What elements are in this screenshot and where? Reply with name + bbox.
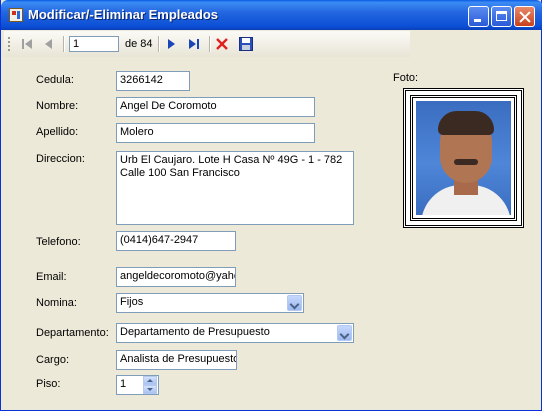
delete-icon[interactable] — [214, 36, 230, 52]
position-input[interactable]: 1 — [69, 36, 119, 52]
toolbar-separator — [63, 36, 65, 52]
photo-mustache — [454, 159, 478, 165]
piso-spinner[interactable]: 1 — [116, 375, 159, 395]
telefono-field[interactable]: (0414)647-2947 — [116, 231, 236, 251]
move-previous-icon[interactable] — [41, 36, 57, 52]
toolbar-separator — [209, 36, 211, 52]
nomina-combo[interactable]: Fijos — [116, 293, 304, 313]
employee-photo — [416, 101, 511, 215]
apellido-label: Apellido: — [36, 126, 79, 138]
employee-photo-frame — [403, 88, 524, 228]
app-icon — [9, 8, 23, 22]
toolbar-grip[interactable] — [8, 37, 10, 51]
move-first-icon[interactable] — [19, 36, 35, 52]
departamento-label: Departamento: — [36, 327, 109, 339]
direccion-field[interactable]: Urb El Caujaro. Lote H Casa Nº 49G - 1 -… — [116, 151, 354, 225]
foto-label: Foto: — [393, 72, 419, 84]
departamento-value: Departamento de Presupuesto — [120, 326, 270, 338]
move-next-icon[interactable] — [163, 36, 179, 52]
minimize-button[interactable] — [468, 6, 489, 27]
window-title: Modificar/-Eliminar Empleados — [28, 7, 218, 22]
toolbar-separator — [158, 36, 160, 52]
chevron-down-icon[interactable] — [287, 295, 302, 311]
nombre-label: Nombre: — [36, 100, 79, 112]
cedula-label: Cedula: — [36, 74, 74, 86]
direccion-label: Direccion: — [36, 153, 85, 165]
record-count-label: de 84 — [125, 38, 153, 50]
cargo-label: Cargo: — [36, 354, 70, 366]
departamento-combo[interactable]: Departamento de Presupuesto — [116, 323, 354, 343]
telefono-label: Telefono: — [36, 236, 81, 248]
apellido-field[interactable]: Molero — [116, 123, 315, 143]
nomina-value: Fijos — [120, 296, 144, 308]
nomina-label: Nomina: — [36, 297, 77, 309]
email-label: Email: — [36, 271, 67, 283]
move-last-icon[interactable] — [186, 36, 202, 52]
cedula-field[interactable]: 3266142 — [116, 71, 190, 91]
piso-label: Piso: — [36, 378, 61, 390]
maximize-button[interactable] — [491, 6, 512, 27]
nombre-field[interactable]: Angel De Coromoto — [116, 97, 315, 117]
email-field[interactable]: angeldecoromoto@yahc — [116, 267, 236, 287]
spin-up-icon[interactable] — [143, 376, 157, 385]
spin-down-icon[interactable] — [143, 385, 157, 394]
photo-border — [410, 95, 517, 221]
binding-navigator: 1 de 84 — [4, 31, 410, 57]
title-bar[interactable]: Modificar/-Eliminar Empleados — [1, 0, 542, 30]
employee-window: Modificar/-Eliminar Empleados 1 de 84 Ce… — [0, 0, 542, 411]
photo-hair — [438, 111, 494, 135]
cargo-field[interactable]: Analista de Presupuesto — [116, 350, 237, 370]
chevron-down-icon[interactable] — [337, 325, 352, 341]
close-button[interactable] — [514, 6, 535, 27]
save-icon[interactable] — [238, 36, 254, 52]
piso-value: 1 — [120, 378, 127, 390]
